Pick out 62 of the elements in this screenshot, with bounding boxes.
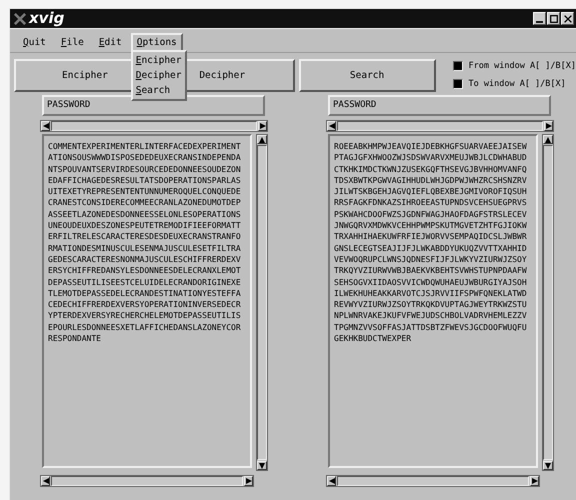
text-line: UNEOUDEUXDESZONESPEUTETREMODIFIEEFORMATT: [48, 220, 242, 232]
text-line: DEPASSEUTILISEESTCELUIDELECRANDORIGINEXE: [48, 276, 242, 288]
minimize-icon: [536, 20, 543, 22]
text-line: ERSYCHIFFREDANSYLESDONNEESDELECRANXLEMOT: [48, 265, 242, 277]
search-button[interactable]: Search: [298, 58, 436, 92]
text-line: NPLWNRVAKEJKUFVFWEJUDSCHBOLVADRVHEMLEZZV: [334, 310, 528, 322]
text-line: NTSPOUVANTSERVIRDESOURCEDEDONNEESOUDEZON: [48, 164, 242, 175]
text-area[interactable]: [328, 134, 538, 468]
text-line: TDSXBWTKPGWVAGIHHUDLWHJGDPWJWHZRCSHSNZRV: [334, 174, 528, 186]
text-line: TRXAHHIHAEKUWFRFIEJWORVVSEMPAQIDCSLJWBWR: [334, 231, 528, 243]
text-line: RRSFAGKFDNKAZSIHROEEASTUPNDSVCEHSUEGPRVS: [334, 197, 528, 209]
text-line: RESPONDANTE: [48, 333, 102, 344]
maximize-icon: [548, 14, 558, 24]
text-line: ROEEABKHMPWJEAVQIEJDEBKHGFSUARVAEEJAISEW: [334, 141, 528, 152]
text-line: SEHSOGVXIIDAOSVVICWDQWUHAEUJWBURGIYAJSOH: [334, 276, 528, 288]
text-line: ERFILTRELESCARACTERESDESDEUXECRANSTRANFO: [48, 231, 242, 243]
text-line: COMMENTEXPERIMENTERLINTERFACEDEXPERIMENT: [48, 141, 242, 152]
text-line: EDAFFICHAGEDESRESULTATSDOPERATIONSPARLAS: [48, 174, 242, 186]
text-line: ATIONSOUSWWWDISPOSEDEDEUXECRANSINDEPENDA: [48, 152, 242, 164]
x-logo-icon[interactable]: [14, 12, 26, 24]
minimize-button[interactable]: [533, 12, 546, 25]
scrollbar[interactable]: [256, 134, 268, 471]
text-line: CEDECHIFFRERDEXVERSYOPERATIONINVERSEDECR: [48, 299, 242, 310]
text-line: CRANESTCONSIDERECOMMEECRANLAZONEDUMOTDEP: [48, 197, 242, 209]
text-line: PTAGJGFXHWOOZWJSDSWVARVXMEUJWBJLCDWHABUD: [334, 152, 528, 164]
scrollbar[interactable]: [40, 120, 268, 132]
text-line: TLEMOTDEPASSEDELECRANDESTINATIONYESTEFFA: [48, 288, 242, 300]
text-line: YPTERDEXVERSYRECHERCHELEMOTDEPASSEUTILIS: [48, 310, 242, 322]
scrollbar[interactable]: [326, 120, 554, 132]
text-line: ILWEKHUHEAKKARVOTCJSJRVVIIFSPWFQNEKLATWD: [334, 288, 528, 300]
text-line: UITEXETYREPRESENTENTUNNUMEROQUELCONQUEDE: [48, 186, 242, 198]
text-line: GNSLECEGTSEAJIJFJLWKABDDYUKUQZVVTTXAHHID: [334, 242, 528, 254]
text-line: TRKQYVZIURWVWBJBAEKVKBEHTSVWHSTUPNPDAAFW: [334, 265, 528, 277]
password-field[interactable]: PASSWORD: [328, 95, 551, 116]
text-line: VEVWOQRUPCLWNSJQDNESFIJFJLWKYVZIURWJZSOY: [334, 254, 528, 266]
text-line: GEKHKBUDCTWEXPER: [334, 333, 412, 344]
scrollbar[interactable]: [40, 475, 254, 487]
text-line: EPOURLESDONNEESXETLAFFICHEDANSLAZONEYCOR: [48, 322, 242, 334]
menu-item[interactable]: Edit: [92, 32, 128, 52]
text-line: JILWTSKBGEHJAGVQIEFLQBEXBEJGMIVOROFIQSUH: [334, 186, 528, 198]
text-area[interactable]: [42, 134, 252, 468]
close-icon: [562, 14, 572, 24]
menu-item[interactable]: Quit: [17, 32, 52, 52]
text-line: TPGMNZVVSOFFASJATTDSBTZFWEVSJGCDOOFWUQFU: [334, 322, 528, 334]
close-button[interactable]: [561, 12, 574, 25]
text-line: PSKWAHCDOOFWZSJGDNFWAGJHAOFDAGFSTRSLECEV: [334, 208, 528, 220]
scrollbar[interactable]: [542, 134, 554, 471]
text-line: CTKHKIMDCTKWNJZUSEKGQFTHSEVGJBVHHOMVANFQ: [334, 164, 528, 175]
toggle-label: From window A[ ]/B[X]: [468, 61, 576, 71]
text-line: GEDESCARACTERESNONMAJUSCULESCHIFFRERDEXV: [48, 254, 242, 266]
text-line: JNWGQRVXMDWKVCEHHPWMPSKUTMGVETZHTFGJIOKW: [334, 220, 528, 232]
text-line: ASSEETLAZONEDESDONNEESSELONLESOPERATIONS: [48, 208, 242, 220]
toggle-indicator[interactable]: [452, 61, 463, 71]
toggle-indicator[interactable]: [452, 79, 463, 89]
text-line: RMATIONDESMINUSCULESENMAJUSCULESETFILTRA: [48, 242, 242, 254]
scrollbar[interactable]: [326, 475, 540, 487]
menu-item[interactable]: File: [54, 32, 90, 52]
toggle-label: To window A[ ]/B[X]: [468, 79, 566, 89]
window-title: xvig: [29, 9, 64, 28]
password-field[interactable]: PASSWORD: [42, 95, 265, 116]
text-line: REVWYVZIURWJZSOYTRKQKDVUPTAGJWEYTRKWZSTU: [334, 299, 528, 310]
maximize-button[interactable]: [547, 12, 560, 25]
